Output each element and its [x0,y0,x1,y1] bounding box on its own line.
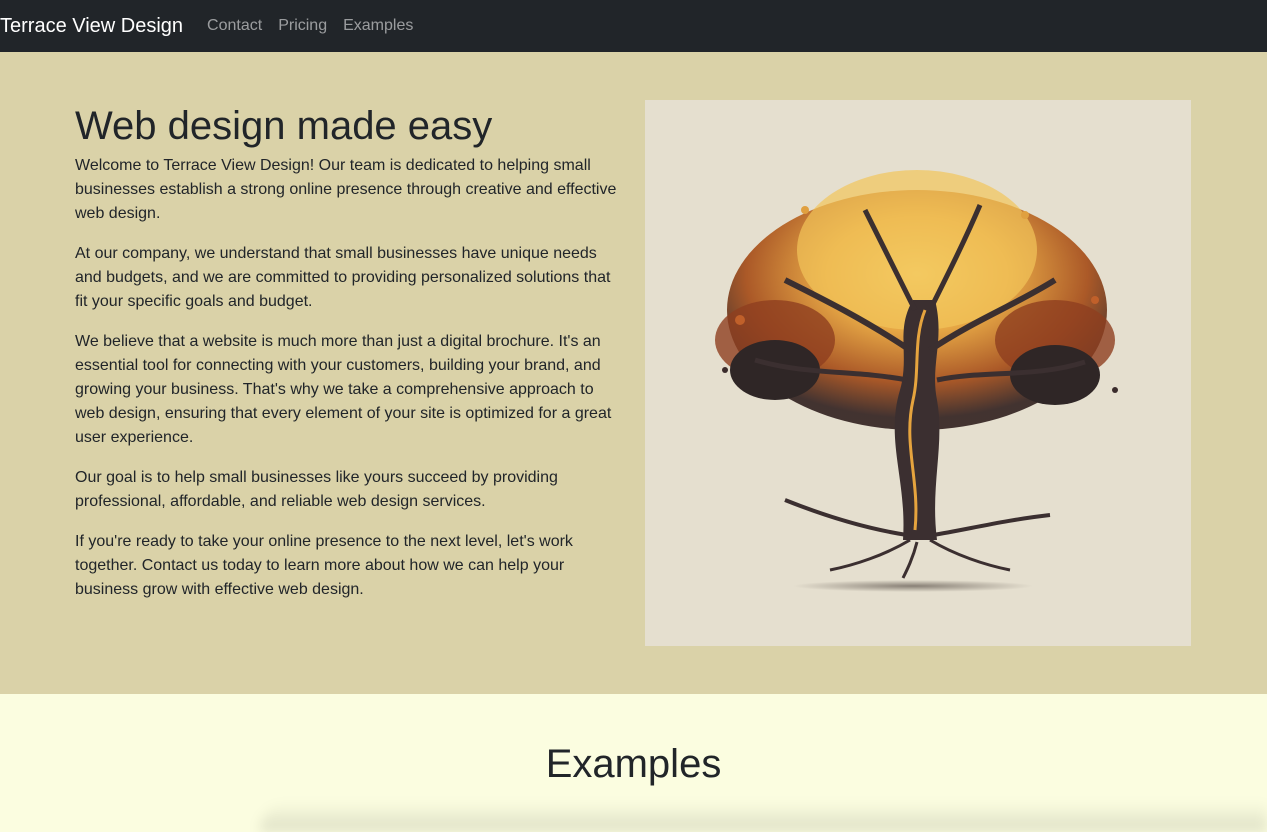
hero-section: Web design made easy Welcome to Terrace … [0,52,1267,694]
brand-link[interactable]: Terrace View Design [0,15,183,38]
autumn-tree-icon [715,170,1118,592]
top-navbar: Terrace View Design Contact Pricing Exam… [0,0,1267,52]
example-card-preview [260,802,1267,832]
examples-title: Examples [545,742,722,786]
hero-paragraph-5: If you're ready to take your online pres… [75,533,573,598]
nav-link-contact[interactable]: Contact [207,17,262,35]
examples-section: Examples [0,694,1267,832]
hero-paragraph-2: At our company, we understand that small… [75,245,611,310]
hero-paragraph-3: We believe that a website is much more t… [75,333,612,446]
nav-link-pricing[interactable]: Pricing [278,17,327,35]
hero-paragraph-1: Welcome to Terrace View Design! Our team… [75,157,617,222]
nav-link-examples[interactable]: Examples [343,17,413,35]
hero-paragraph-4: Our goal is to help small businesses lik… [75,469,558,510]
hero-tree-image [645,100,1191,646]
hero-title: Web design made easy [75,104,493,148]
hero-text-column: Web design made easy Welcome to Terrace … [75,100,623,618]
